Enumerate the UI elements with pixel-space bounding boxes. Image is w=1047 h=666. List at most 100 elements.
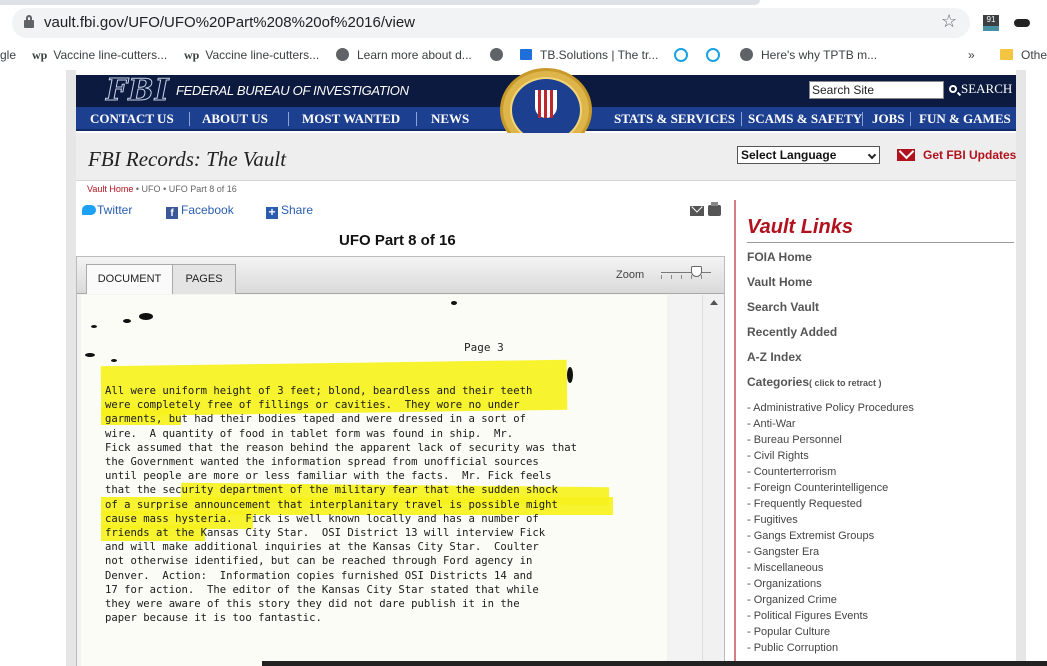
document-line: were completely free of fillings or cavi… [105, 399, 520, 412]
nav-news[interactable]: NEWS [431, 111, 469, 127]
category-link[interactable]: - Organizations [747, 578, 822, 590]
agency-name: FEDERAL BUREAU OF INVESTIGATION [176, 83, 409, 98]
other-bookmarks[interactable]: Othe [1000, 48, 1047, 62]
breadcrumb-ufo[interactable]: UFO [142, 184, 161, 194]
category-link[interactable]: - Civil Rights [747, 450, 809, 462]
bookmarks-overflow[interactable]: » [968, 48, 975, 62]
breadcrumb-vault-home[interactable]: Vault Home [87, 184, 133, 194]
extension-icon[interactable]: 91 [983, 15, 999, 31]
nav-stats-services[interactable]: STATS & SERVICES [614, 111, 735, 127]
get-updates-link[interactable]: Get FBI Updates [897, 148, 1016, 162]
viewer-toolbar: DOCUMENT PAGES Zoom [77, 257, 724, 294]
scan-speck [567, 367, 573, 383]
document-line: Fick assumed that the reason behind the … [105, 441, 577, 454]
document-line: cause mass hysteria. Fick is well known … [105, 512, 539, 525]
language-select[interactable]: Select Language [737, 146, 880, 164]
records-bar: FBI Records: The Vault Select Language G… [76, 133, 1016, 181]
bookmarks-bar: gle wp Vaccine line-cutters... wp Vaccine … [0, 42, 1047, 70]
category-link[interactable]: - Administrative Policy Procedures [747, 402, 914, 414]
tab-document[interactable]: DOCUMENT [86, 264, 173, 294]
category-link[interactable]: - Miscellaneous [747, 562, 823, 574]
seal-shield-icon [535, 90, 557, 118]
nav-about-us[interactable]: ABOUT US [202, 111, 268, 127]
nav-fun-games[interactable]: FUN & GAMES [919, 111, 1011, 127]
document-line: of a surprise announcement that interpla… [105, 498, 558, 511]
print-icon[interactable] [708, 202, 721, 216]
taskbar-edge [262, 661, 1047, 666]
category-link[interactable]: - Popular Culture [747, 626, 830, 638]
search-input[interactable] [809, 81, 944, 99]
bookmark-item[interactable] [490, 48, 511, 62]
category-link[interactable]: - Counterterrorism [747, 466, 836, 478]
sidebar-link-recently-added[interactable]: Recently Added [747, 325, 837, 339]
category-link[interactable]: - Fugitives [747, 514, 798, 526]
categories-header[interactable]: Categories( click to retract ) [747, 375, 882, 389]
chevron-down-icon [867, 150, 877, 160]
zoom-slider-thumb[interactable] [691, 266, 702, 277]
document-line: All were uniform height of 3 feet; blond… [105, 385, 533, 397]
document-scroll-area[interactable]: Page 3 All were uniform height of 3 feet… [77, 295, 724, 666]
mask-extension-icon[interactable] [1014, 19, 1030, 27]
nav-divider [862, 112, 863, 126]
bookmark-item[interactable]: Learn more about d... [336, 48, 472, 62]
sidebar-link-vault-home[interactable]: Vault Home [747, 275, 812, 289]
email-icon[interactable] [690, 206, 704, 216]
nav-divider [910, 112, 911, 126]
twitter-icon [82, 205, 96, 215]
nav-most-wanted[interactable]: MOST WANTED [302, 111, 400, 127]
twitter-share[interactable]: Twitter [82, 203, 132, 217]
category-link[interactable]: - Organized Crime [747, 594, 837, 606]
url-text[interactable]: vault.fbi.gov/UFO/UFO%20Part%208%20of%20… [44, 14, 415, 31]
category-link[interactable]: - Political Figures Events [747, 610, 868, 622]
category-link[interactable]: - Anti-War [747, 418, 796, 430]
category-link[interactable]: - Foreign Counterintelligence [747, 482, 888, 494]
document-scrollbar[interactable] [702, 295, 724, 666]
nav-jobs[interactable]: JOBS [872, 111, 905, 127]
sidebar-link-az-index[interactable]: A-Z Index [747, 350, 802, 364]
bookmark-item[interactable]: Here's why TPTB m... [740, 48, 877, 62]
breadcrumb-current: UFO Part 8 of 16 [168, 184, 237, 194]
scan-speck [139, 313, 153, 320]
scan-speck [451, 301, 457, 305]
category-link[interactable]: - Public Corruption [747, 642, 838, 654]
category-link[interactable]: - Frequently Requested [747, 498, 862, 510]
nav-contact-us[interactable]: CONTACT US [90, 111, 174, 127]
zoom-slider[interactable] [661, 272, 711, 273]
document-line: 17 for action. The editor of the Kansas … [105, 583, 539, 596]
bookmark-item[interactable]: TB.Solutions | The tr... [520, 48, 658, 62]
scan-speck [111, 359, 117, 362]
envelope-icon [897, 149, 915, 161]
nav-divider [741, 112, 742, 126]
category-link[interactable]: - Bureau Personnel [747, 434, 842, 446]
search-button[interactable]: SEARCH [949, 81, 1012, 97]
bookmark-star-icon[interactable]: ☆ [941, 12, 957, 30]
breadcrumb: Vault Home • UFO • UFO Part 8 of 16 [87, 184, 237, 194]
nav-scams-safety[interactable]: SCAMS & SAFETY [748, 111, 862, 127]
bookmark-item[interactable]: wp Vaccine line-cutters... [32, 48, 167, 63]
bookmark-item[interactable] [706, 48, 720, 63]
sidebar-link-foia-home[interactable]: FOIA Home [747, 250, 812, 264]
sidebar-divider [734, 200, 736, 666]
bookmark-item[interactable]: gle [0, 48, 16, 62]
bookmark-item[interactable]: wp Vaccine line-cutters... [184, 48, 319, 63]
address-bar[interactable]: vault.fbi.gov/UFO/UFO%20Part%208%20of%20… [12, 8, 970, 38]
tb-icon [520, 49, 532, 60]
share-button[interactable]: + Share [266, 203, 313, 219]
categories-toggle[interactable]: ( click to retract ) [809, 378, 882, 388]
browser-toolbar: vault.fbi.gov/UFO/UFO%20Part%208%20of%20… [0, 0, 1047, 42]
category-link[interactable]: - Gangster Era [747, 546, 819, 558]
scroll-up-icon[interactable] [710, 300, 718, 305]
bookmark-item[interactable] [674, 48, 688, 63]
nav-divider [288, 112, 289, 126]
sidebar-link-search-vault[interactable]: Search Vault [747, 300, 819, 314]
fbi-logo[interactable]: FBI [106, 73, 170, 109]
plus-icon: + [266, 206, 278, 219]
wordpress-icon [336, 48, 349, 61]
page-title[interactable]: FBI Records: The Vault [88, 147, 286, 172]
document-line: Denver. Action: Information copies furni… [105, 569, 533, 582]
document-text: All were uniform height of 3 feet; blond… [105, 384, 665, 625]
facebook-share[interactable]: f Facebook [166, 203, 234, 219]
lock-icon[interactable] [24, 15, 34, 28]
tab-pages[interactable]: PAGES [172, 264, 236, 294]
category-link[interactable]: - Gangs Extremist Groups [747, 530, 874, 542]
